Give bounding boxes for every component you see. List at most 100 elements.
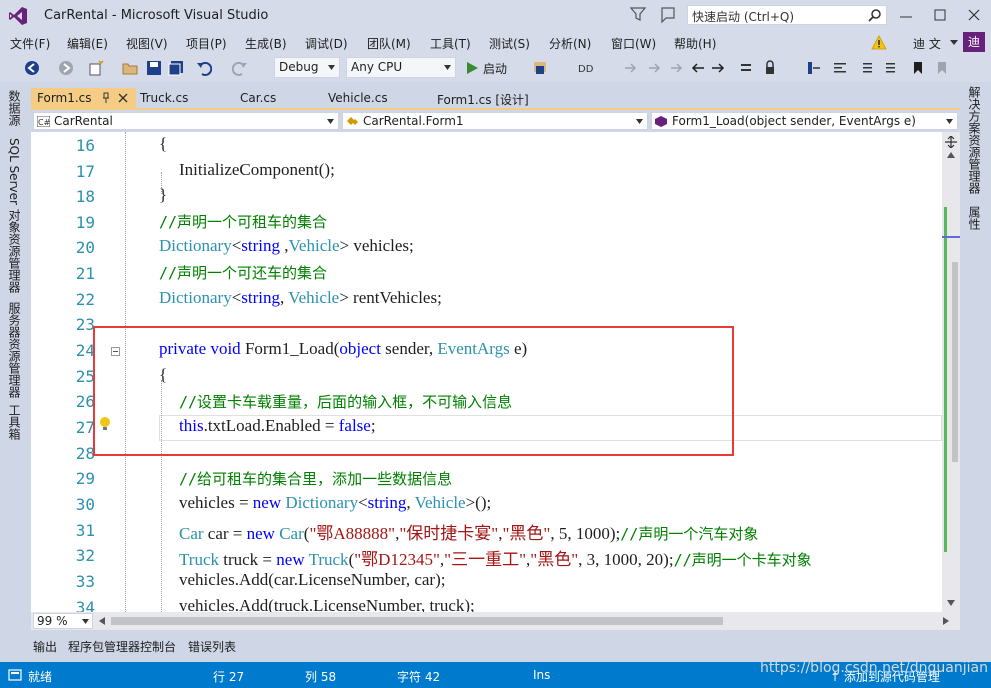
status-ready: 就绪 [28, 670, 53, 684]
start-debugging-icon[interactable] [464, 60, 480, 76]
code-line: } [159, 185, 168, 204]
tab-package-manager-console[interactable]: 程序包管理器控制台 [68, 638, 176, 655]
warning-icon[interactable] [871, 35, 887, 50]
solution-platform-select[interactable]: Any CPU [346, 57, 456, 78]
scroll-left-icon[interactable] [99, 617, 105, 625]
right-tool-window-strip: 解决方案资源管理器 属性 [960, 82, 991, 660]
code-line: Car car = new Car("鄂A88888","保时捷卡宴","黑色"… [179, 524, 759, 543]
sql-server-object-explorer-tab[interactable]: SQL Server 对象资源管理器 [6, 138, 23, 293]
code-line: vehicles = new Dictionary<string, Vehicl… [179, 493, 492, 512]
split-view-icon[interactable] [945, 136, 957, 148]
tab-output[interactable]: 输出 [33, 638, 57, 655]
menu-view[interactable]: 视图(V) [126, 35, 168, 52]
scroll-up-icon[interactable] [947, 152, 955, 158]
close-button[interactable] [957, 0, 991, 30]
server-explorer-tab[interactable]: 服务器资源管理器 [6, 302, 23, 398]
quick-launch-placeholder: 快速启动 (Ctrl+Q) [692, 10, 795, 24]
format-icon[interactable] [738, 60, 754, 76]
arrow-left-icon[interactable] [690, 60, 706, 76]
menu-team[interactable]: 团队(M) [367, 35, 411, 52]
menu-edit[interactable]: 编辑(E) [67, 35, 108, 52]
chevron-down-icon [946, 119, 953, 124]
save-icon[interactable] [146, 60, 162, 76]
code-line: vehicles.Add(car.LicenseNumber, car); [179, 570, 446, 589]
menu-project[interactable]: 项目(P) [186, 35, 227, 52]
bookmark-clear-icon[interactable] [934, 60, 950, 76]
line-number: 29 [75, 469, 95, 488]
horizontal-scroll-thumb[interactable] [111, 617, 723, 625]
tab-car-cs[interactable]: Car.cs [234, 88, 314, 110]
undo-icon[interactable] [196, 60, 212, 76]
scroll-down-icon[interactable] [947, 600, 955, 606]
line-number: 16 [75, 136, 95, 155]
chevron-down-icon[interactable] [950, 40, 958, 46]
solution-explorer-tab[interactable]: 解决方案资源管理器 [966, 86, 983, 194]
lock-icon[interactable] [762, 60, 778, 76]
arrow-right-icon[interactable] [710, 60, 726, 76]
left-tool-window-strip: 数据源 SQL Server 对象资源管理器 服务器资源管理器 工具箱 [0, 82, 31, 660]
document-tabs: Form1.cs Truck.cs Car.cs Vehicle.cs Form… [31, 88, 960, 110]
menu-tools[interactable]: 工具(T) [430, 35, 471, 52]
chevron-down-icon [327, 119, 334, 124]
tab-vehicle-cs[interactable]: Vehicle.cs [322, 88, 417, 110]
open-file-icon[interactable] [122, 60, 138, 76]
data-sources-tab[interactable]: 数据源 [6, 90, 23, 126]
tab-form1-cs[interactable]: Form1.cs [31, 88, 136, 110]
zoom-select[interactable]: 99 % [33, 613, 93, 629]
code-editor[interactable]: 16 17 18 19 20 21 22 23 24 25 26 27 28 2… [31, 132, 942, 612]
bookmark-toggle-icon[interactable] [668, 60, 684, 76]
close-icon[interactable] [118, 93, 128, 103]
status-column: 列 58 [305, 670, 337, 684]
scroll-right-icon[interactable] [943, 617, 949, 625]
comment-out-icon[interactable]: DD [578, 60, 594, 76]
user-avatar[interactable]: 迪 [963, 32, 985, 52]
align-icon[interactable] [832, 60, 848, 76]
navigate-forward-icon[interactable] [58, 60, 74, 76]
user-name[interactable]: 迪 文 [913, 35, 941, 52]
bookmark-icon[interactable] [910, 60, 926, 76]
redo-icon[interactable] [232, 60, 248, 76]
type-dropdown[interactable]: CarRental.Form1 [342, 112, 648, 130]
navigate-back-icon[interactable] [24, 60, 40, 76]
notifications-icon[interactable] [660, 6, 680, 24]
zoom-value: 99 % [37, 614, 68, 628]
scroll-thumb[interactable] [952, 262, 958, 462]
line-number: 22 [75, 290, 95, 309]
minimize-button[interactable] [889, 0, 923, 30]
solution-configuration-select[interactable]: Debug [274, 57, 340, 78]
member-dropdown[interactable]: Form1_Load(object sender, EventArgs e) [651, 112, 958, 130]
menu-test[interactable]: 测试(S) [489, 35, 530, 52]
step-into-icon[interactable] [806, 60, 822, 76]
properties-tab[interactable]: 属性 [966, 206, 983, 230]
code-line: //声明一个可还车的集合 [159, 264, 328, 282]
bookmark-next-icon[interactable] [646, 60, 662, 76]
tab-error-list[interactable]: 错误列表 [188, 638, 236, 655]
menu-file[interactable]: 文件(F) [10, 35, 50, 52]
new-project-icon[interactable] [88, 60, 104, 76]
browser-link-icon[interactable] [532, 60, 548, 76]
line-number: 18 [75, 187, 95, 206]
bookmark-prev-icon[interactable] [622, 60, 638, 76]
filter-icon[interactable] [630, 6, 646, 22]
project-dropdown[interactable]: C# CarRental [33, 112, 339, 130]
close-icon [968, 9, 980, 21]
vertical-scrollbar[interactable] [942, 132, 960, 612]
menu-analyze[interactable]: 分析(N) [549, 35, 591, 52]
maximize-icon [934, 9, 946, 21]
indent-icon[interactable] [858, 60, 874, 76]
menu-build[interactable]: 生成(B) [245, 35, 287, 52]
menu-debug[interactable]: 调试(D) [305, 35, 348, 52]
start-button[interactable]: 启动 [483, 60, 507, 77]
tab-truck-cs[interactable]: Truck.cs [134, 88, 224, 110]
tab-form1-designer[interactable]: Form1.cs [设计] [431, 88, 561, 110]
maximize-button[interactable] [923, 0, 957, 30]
toolbox-tab[interactable]: 工具箱 [6, 404, 23, 440]
save-all-icon[interactable] [168, 60, 184, 76]
outdent-icon[interactable] [884, 60, 900, 76]
menu-help[interactable]: 帮助(H) [674, 35, 716, 52]
search-icon[interactable] [868, 8, 882, 22]
line-number: 32 [75, 546, 95, 565]
pin-icon[interactable] [101, 92, 111, 104]
quick-launch-input[interactable]: 快速启动 (Ctrl+Q) [687, 5, 887, 25]
menu-window[interactable]: 窗口(W) [611, 35, 656, 52]
